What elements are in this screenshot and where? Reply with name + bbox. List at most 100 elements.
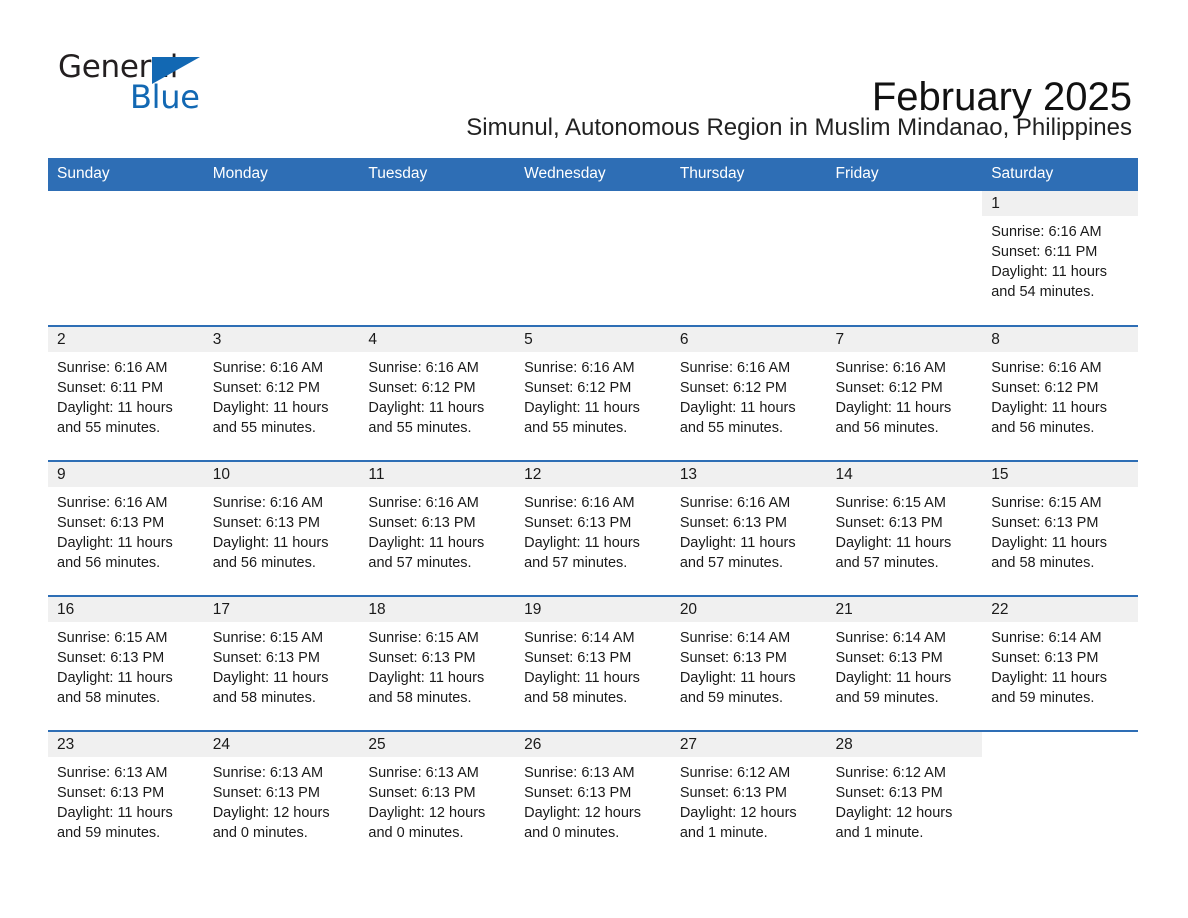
calendar-day-cell[interactable]: 8 Sunrise: 6:16 AM Sunset: 6:12 PM Daylight…: [982, 325, 1138, 461]
calendar-day-cell[interactable]: 11 Sunrise: 6:16 AM Sunset: 6:13 PM Dayligh…: [359, 460, 516, 596]
day-number: 18: [359, 597, 516, 622]
calendar-day-cell[interactable]: 19 Sunrise: 6:14 AM Sunset: 6:13 PM Dayligh…: [515, 595, 671, 731]
day-number: 22: [982, 597, 1138, 622]
calendar-day-cell[interactable]: 9 Sunrise: 6:16 AM Sunset: 6:13 PM Daylight…: [48, 460, 204, 596]
calendar-cell-empty: [827, 191, 983, 326]
calendar-cell-inner: 28 Sunrise: 6:12 AM Sunset: 6:13 PM Dayligh…: [826, 732, 983, 866]
calendar-day-cell[interactable]: 18 Sunrise: 6:15 AM Sunset: 6:13 PM Dayligh…: [359, 595, 516, 731]
sunset-text: Sunset: 6:13 PM: [679, 515, 788, 531]
day-details: Sunrise: 6:16 AM Sunset: 6:13 PM Daylight:…: [359, 487, 515, 573]
sunrise-text: Sunrise: 6:16 AM: [524, 360, 635, 376]
calendar-day-cell[interactable]: 12 Sunrise: 6:16 AM Sunset: 6:13 PM Dayligh…: [515, 460, 671, 596]
calendar-day-cell[interactable]: 3 Sunrise: 6:16 AM Sunset: 6:12 PM Daylight…: [203, 325, 360, 461]
calendar-cell-inner: [48, 191, 204, 325]
calendar-day-cell[interactable]: 23 Sunrise: 6:13 AM Sunset: 6:13 PM Dayligh…: [48, 730, 204, 866]
calendar-day-cell[interactable]: 14 Sunrise: 6:15 AM Sunset: 6:13 PM Dayligh…: [826, 460, 983, 596]
calendar-day-cell[interactable]: 24 Sunrise: 6:13 AM Sunset: 6:13 PM Dayligh…: [203, 730, 360, 866]
day-details: Sunrise: 6:16 AM Sunset: 6:12 PM Daylight:…: [515, 352, 671, 438]
calendar-day-cell[interactable]: 25 Sunrise: 6:13 AM Sunset: 6:13 PM Dayligh…: [359, 730, 516, 866]
daylight-text: Daylight: 11 hours and 59 minutes.: [679, 670, 796, 706]
day-details: Sunrise: 6:16 AM Sunset: 6:11 PM Daylight:…: [982, 216, 1138, 302]
sunrise-text: Sunrise: 6:14 AM: [524, 630, 635, 646]
calendar-header-row: Sunday Monday Tuesday Wednesday Thursday…: [48, 158, 1138, 191]
calendar-day-cell[interactable]: 27 Sunrise: 6:12 AM Sunset: 6:13 PM Dayligh…: [670, 730, 827, 866]
sunrise-text: Sunrise: 6:16 AM: [679, 495, 791, 511]
day-number: 13: [670, 462, 827, 487]
calendar-week-row: 2 Sunrise: 6:16 AM Sunset: 6:11 PM Daylight…: [48, 325, 1138, 461]
sunrise-text: Sunrise: 6:12 AM: [679, 765, 791, 781]
daylight-text: Daylight: 12 hours and 0 minutes.: [212, 805, 330, 841]
calendar-day-cell[interactable]: 22 Sunrise: 6:14 AM Sunset: 6:13 PM Dayligh…: [982, 595, 1138, 731]
daylight-text: Daylight: 11 hours and 58 minutes.: [57, 670, 173, 706]
sunrise-text: Sunrise: 6:16 AM: [368, 495, 479, 511]
calendar-day-cell[interactable]: 28 Sunrise: 6:12 AM Sunset: 6:13 PM Dayligh…: [826, 730, 983, 866]
calendar-day-cell[interactable]: 13 Sunrise: 6:16 AM Sunset: 6:13 PM Dayligh…: [670, 460, 827, 596]
calendar-day-cell[interactable]: 1 Sunrise: 6:16 AM Sunset: 6:11 PM Daylight…: [982, 191, 1138, 326]
daylight-text: Daylight: 11 hours and 59 minutes.: [835, 670, 952, 706]
calendar-cell-empty: [671, 191, 827, 326]
calendar-day-cell[interactable]: 7 Sunrise: 6:16 AM Sunset: 6:12 PM Daylight…: [826, 325, 983, 461]
sunrise-text: Sunrise: 6:12 AM: [835, 765, 946, 781]
daylight-text: Daylight: 11 hours and 58 minutes.: [212, 670, 329, 706]
day-number: 23: [48, 732, 204, 757]
day-number: 5: [515, 327, 671, 352]
page-header: General Blue February 2025 Simunul, Auto…: [0, 0, 1188, 142]
day-number: 15: [982, 462, 1138, 487]
day-number: 24: [203, 732, 360, 757]
sunset-text: Sunset: 6:13 PM: [57, 650, 165, 666]
calendar-day-cell[interactable]: 21 Sunrise: 6:14 AM Sunset: 6:13 PM Dayligh…: [826, 595, 983, 731]
sunset-text: Sunset: 6:13 PM: [368, 650, 476, 666]
calendar-day-cell[interactable]: 17 Sunrise: 6:15 AM Sunset: 6:13 PM Dayligh…: [203, 595, 360, 731]
calendar-cell-inner: 20 Sunrise: 6:14 AM Sunset: 6:13 PM Dayligh…: [670, 597, 827, 730]
calendar-day-cell[interactable]: 10 Sunrise: 6:16 AM Sunset: 6:13 PM Dayligh…: [203, 460, 360, 596]
calendar-day-cell[interactable]: 6 Sunrise: 6:16 AM Sunset: 6:12 PM Daylight…: [670, 325, 827, 461]
day-details: Sunrise: 6:13 AM Sunset: 6:13 PM Daylight:…: [515, 757, 671, 843]
calendar-day-cell[interactable]: 20 Sunrise: 6:14 AM Sunset: 6:13 PM Dayligh…: [670, 595, 827, 731]
day-details: Sunrise: 6:16 AM Sunset: 6:13 PM Daylight:…: [515, 487, 671, 573]
daylight-text: Daylight: 11 hours and 57 minutes.: [835, 535, 952, 571]
sunrise-text: Sunrise: 6:16 AM: [212, 360, 324, 376]
calendar-cell-inner: [515, 191, 671, 325]
day-number: 17: [203, 597, 360, 622]
day-number: 14: [826, 462, 983, 487]
day-details: Sunrise: 6:16 AM Sunset: 6:12 PM Daylight:…: [204, 352, 360, 438]
generalblue-logo[interactable]: General Blue: [58, 52, 258, 114]
calendar-cell-inner: 23 Sunrise: 6:13 AM Sunset: 6:13 PM Dayligh…: [48, 732, 204, 866]
calendar-cell-inner: 9 Sunrise: 6:16 AM Sunset: 6:13 PM Daylight…: [48, 462, 204, 595]
calendar-week-row: 9 Sunrise: 6:16 AM Sunset: 6:13 PM Daylight…: [48, 460, 1138, 596]
sunrise-text: Sunrise: 6:14 AM: [679, 630, 791, 646]
weekday-header-wednesday: Wednesday: [515, 158, 671, 191]
sunrise-text: Sunrise: 6:13 AM: [368, 765, 479, 781]
calendar-cell-inner: 13 Sunrise: 6:16 AM Sunset: 6:13 PM Dayligh…: [670, 462, 827, 595]
day-details: Sunrise: 6:14 AM Sunset: 6:13 PM Daylight:…: [827, 622, 983, 708]
day-number: 12: [515, 462, 671, 487]
calendar-cell-inner: 4 Sunrise: 6:16 AM Sunset: 6:12 PM Daylight…: [359, 327, 516, 460]
calendar-cell-inner: 15 Sunrise: 6:15 AM Sunset: 6:13 PM Dayligh…: [982, 462, 1138, 595]
day-number: 16: [48, 597, 204, 622]
calendar-day-cell[interactable]: 5 Sunrise: 6:16 AM Sunset: 6:12 PM Daylight…: [515, 325, 671, 461]
day-details: Sunrise: 6:13 AM Sunset: 6:13 PM Daylight:…: [48, 757, 204, 843]
daylight-text: Daylight: 11 hours and 55 minutes.: [212, 400, 329, 436]
sunset-text: Sunset: 6:13 PM: [835, 785, 943, 801]
calendar-day-cell[interactable]: 26 Sunrise: 6:13 AM Sunset: 6:13 PM Dayligh…: [515, 730, 671, 866]
day-details: Sunrise: 6:16 AM Sunset: 6:12 PM Daylight:…: [827, 352, 983, 438]
calendar-day-cell[interactable]: 2 Sunrise: 6:16 AM Sunset: 6:11 PM Daylight…: [48, 325, 204, 461]
calendar-day-cell[interactable]: 4 Sunrise: 6:16 AM Sunset: 6:12 PM Daylight…: [359, 325, 516, 461]
daylight-text: Daylight: 11 hours and 55 minutes.: [368, 400, 485, 436]
day-details: Sunrise: 6:15 AM Sunset: 6:13 PM Daylight:…: [982, 487, 1138, 573]
weekday-header-monday: Monday: [203, 158, 360, 191]
sunset-text: Sunset: 6:13 PM: [835, 650, 943, 666]
sunset-text: Sunset: 6:12 PM: [679, 380, 788, 396]
calendar-day-cell[interactable]: 15 Sunrise: 6:15 AM Sunset: 6:13 PM Dayligh…: [982, 460, 1138, 596]
calendar-day-cell[interactable]: 16 Sunrise: 6:15 AM Sunset: 6:13 PM Dayligh…: [48, 595, 204, 731]
calendar-table: Sunday Monday Tuesday Wednesday Thursday…: [48, 158, 1138, 866]
sunset-text: Sunset: 6:13 PM: [835, 515, 943, 531]
day-number: 20: [670, 597, 827, 622]
day-details: Sunrise: 6:15 AM Sunset: 6:13 PM Daylight:…: [359, 622, 515, 708]
sunset-text: Sunset: 6:13 PM: [368, 785, 476, 801]
daylight-text: Daylight: 11 hours and 57 minutes.: [524, 535, 640, 571]
calendar-cell-inner: 22 Sunrise: 6:14 AM Sunset: 6:13 PM Dayligh…: [982, 597, 1138, 730]
calendar-page: General Blue February 2025 Simunul, Auto…: [0, 0, 1188, 918]
weekday-header-thursday: Thursday: [670, 158, 827, 191]
day-number: [48, 191, 204, 216]
